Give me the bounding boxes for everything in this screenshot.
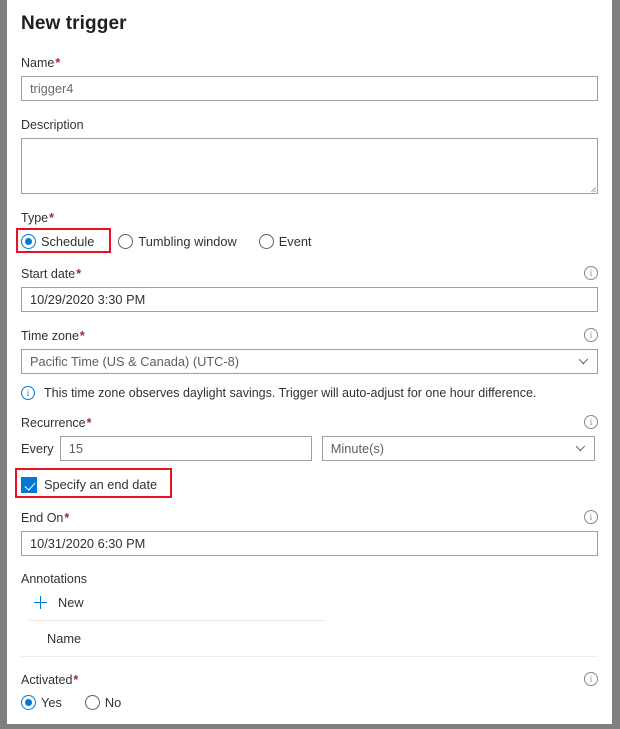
- radio-type-event[interactable]: Event: [258, 233, 312, 250]
- label-time-zone: Time zone*: [21, 329, 85, 343]
- info-icon[interactable]: i: [584, 328, 598, 342]
- field-recurrence: Recurrence* i Every 15 Minute(s): [21, 415, 598, 461]
- annotations-table: Name: [21, 620, 598, 657]
- label-description: Description: [21, 118, 84, 132]
- field-specify-end-date: Specify an end date: [15, 468, 598, 498]
- label-end-on: End On*: [21, 511, 70, 525]
- resize-grip-icon[interactable]: [586, 182, 596, 192]
- field-activated: Activated* i Yes No: [21, 672, 598, 711]
- label-recurrence: Recurrence*: [21, 416, 92, 430]
- radio-label: Yes: [41, 695, 62, 710]
- type-radio-group: Schedule Tumbling window Event: [16, 228, 598, 253]
- info-icon[interactable]: i: [584, 266, 598, 280]
- radio-label: Tumbling window: [138, 234, 237, 249]
- field-type: Type* Schedule Tumbling window Event: [16, 210, 598, 253]
- radio-indicator[interactable]: [84, 695, 100, 710]
- every-label: Every: [21, 441, 54, 456]
- label-type: Type*: [21, 211, 54, 225]
- field-end-on: End On* i 10/31/2020 6:30 PM: [21, 510, 598, 556]
- info-icon: i: [21, 386, 35, 400]
- description-textarea[interactable]: [21, 138, 598, 194]
- new-trigger-panel: New trigger Name* trigger4 Description T…: [7, 0, 612, 724]
- radio-activated-yes[interactable]: Yes: [21, 694, 62, 711]
- table-divider-bottom: [21, 656, 598, 657]
- required-marker: *: [76, 267, 82, 281]
- chevron-down-icon[interactable]: [576, 446, 585, 455]
- required-marker: *: [55, 56, 61, 70]
- radio-activated-no[interactable]: No: [84, 694, 122, 711]
- radio-type-schedule[interactable]: Schedule: [21, 233, 94, 250]
- radio-indicator[interactable]: [21, 695, 36, 710]
- radio-label: Event: [278, 234, 312, 249]
- info-icon[interactable]: i: [584, 672, 598, 686]
- recurrence-row: Every 15 Minute(s): [21, 436, 598, 461]
- field-name: Name* trigger4: [21, 55, 598, 101]
- field-annotations: Annotations New Name: [21, 571, 598, 657]
- info-icon[interactable]: i: [584, 510, 598, 524]
- required-marker: *: [64, 511, 70, 525]
- note-text: This time zone observes daylight savings…: [44, 386, 537, 400]
- radio-indicator[interactable]: [258, 234, 274, 249]
- window-frame: New trigger Name* trigger4 Description T…: [0, 0, 620, 729]
- table-column-header-name: Name: [47, 631, 82, 646]
- activated-radio-group: Yes No: [21, 693, 598, 711]
- field-start-date: Start date* i 10/29/2020 3:30 PM: [21, 266, 598, 312]
- start-date-input[interactable]: 10/29/2020 3:30 PM: [21, 287, 598, 312]
- required-marker: *: [73, 673, 79, 687]
- add-annotation-button[interactable]: New: [34, 594, 598, 611]
- checkbox-indicator[interactable]: [21, 476, 37, 493]
- checkbox-label: Specify an end date: [44, 477, 158, 492]
- info-icon[interactable]: i: [584, 415, 598, 429]
- field-description: Description: [21, 117, 598, 194]
- radio-label: No: [104, 695, 122, 710]
- label-activated: Activated*: [21, 673, 79, 687]
- field-time-zone: Time zone* i Pacific Time (US & Canada) …: [21, 328, 598, 401]
- label-annotations: Annotations: [21, 572, 88, 586]
- radio-type-tumbling-window[interactable]: Tumbling window: [118, 233, 237, 250]
- label-start-date: Start date*: [21, 267, 82, 281]
- time-zone-select[interactable]: Pacific Time (US & Canada) (UTC-8): [21, 349, 598, 374]
- time-zone-value: Pacific Time (US & Canada) (UTC-8): [30, 354, 240, 369]
- daylight-savings-note: i This time zone observes daylight savin…: [21, 385, 598, 401]
- chevron-down-icon[interactable]: [579, 359, 588, 368]
- end-on-input[interactable]: 10/31/2020 6:30 PM: [21, 531, 598, 556]
- add-annotation-label: New: [58, 595, 84, 610]
- radio-indicator[interactable]: [118, 234, 134, 249]
- radio-label: Schedule: [41, 234, 95, 249]
- recurrence-unit-value: Minute(s): [330, 441, 385, 456]
- recurrence-interval-input[interactable]: 15: [59, 436, 312, 461]
- recurrence-unit-select[interactable]: Minute(s): [321, 436, 595, 461]
- name-input[interactable]: trigger4: [21, 76, 598, 101]
- radio-indicator[interactable]: [21, 234, 36, 249]
- required-marker: *: [79, 329, 85, 343]
- plus-icon: [34, 596, 47, 609]
- required-marker: *: [86, 416, 92, 430]
- required-marker: *: [49, 211, 54, 225]
- specify-end-date-row[interactable]: Specify an end date: [15, 468, 598, 498]
- label-name: Name*: [21, 56, 61, 70]
- page-title: New trigger: [21, 13, 127, 34]
